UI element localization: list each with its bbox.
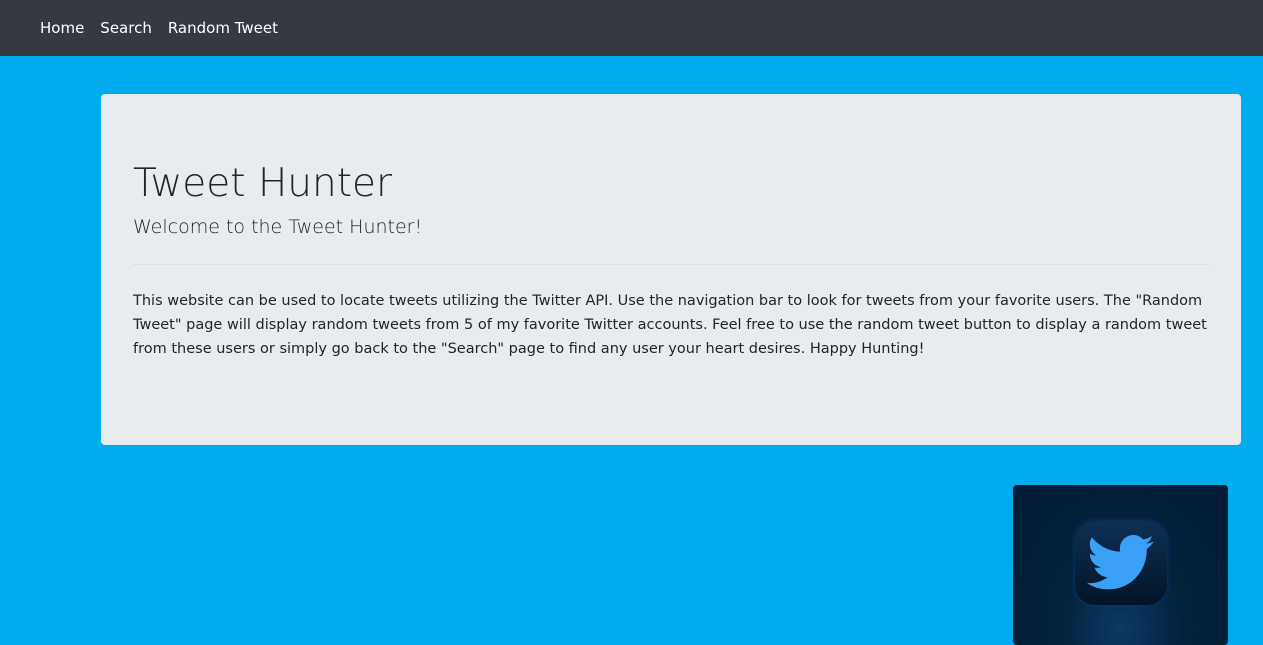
navbar: Home Search Random Tweet (0, 0, 1263, 56)
page-title: Tweet Hunter (133, 161, 393, 206)
jumbotron: Tweet Hunter Welcome to the Tweet Hunter… (101, 94, 1241, 445)
description: This website can be used to locate tweet… (133, 293, 1207, 357)
twitter-bird-icon (1075, 521, 1167, 605)
nav-home[interactable]: Home (40, 19, 84, 37)
nav-random-tweet[interactable]: Random Tweet (168, 19, 278, 37)
twitter-logo-image (1013, 485, 1228, 645)
page-subtitle: Welcome to the Tweet Hunter! (133, 216, 423, 238)
divider (133, 264, 1209, 265)
nav-search[interactable]: Search (100, 19, 152, 37)
